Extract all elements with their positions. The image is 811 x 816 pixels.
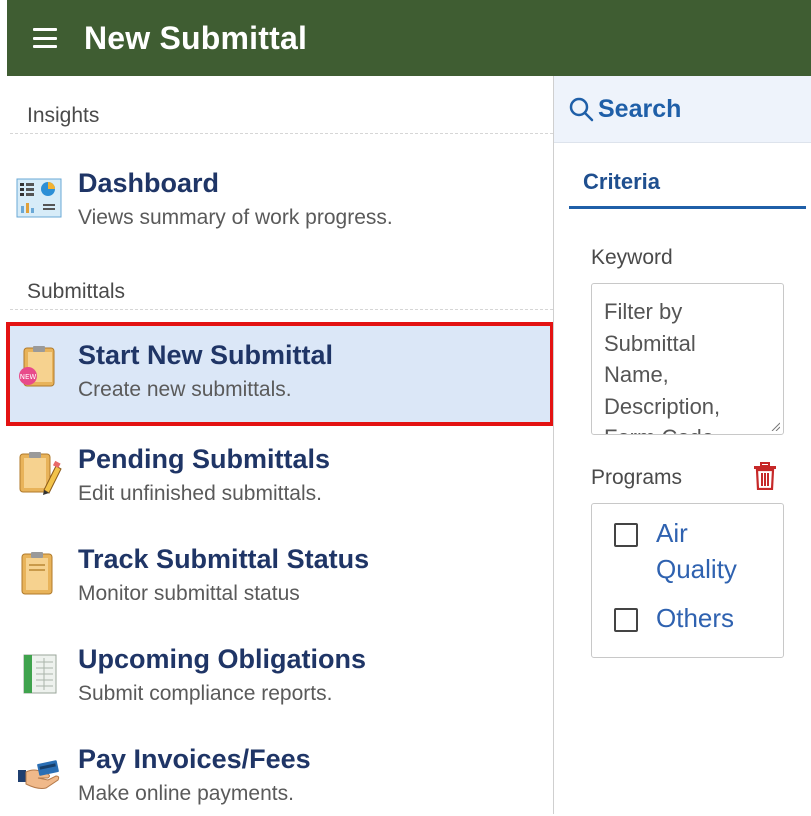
- checkbox-label-others[interactable]: Others: [656, 600, 734, 636]
- menu-item-description: Submit compliance reports.: [78, 682, 333, 705]
- tab-criteria[interactable]: Criteria: [569, 163, 806, 209]
- panel-divider: [553, 76, 554, 814]
- keyword-placeholder-line: Submittal: [604, 330, 696, 356]
- trash-icon[interactable]: [753, 462, 777, 490]
- track-submittal-folder-icon: [21, 552, 53, 595]
- checkbox-air-quality[interactable]: [614, 523, 638, 547]
- keyword-placeholder-line: Description,: [604, 393, 721, 419]
- menu-item-title: Pay Invoices/Fees: [78, 744, 311, 774]
- hamburger-menu-icon[interactable]: [33, 28, 57, 48]
- ledger-book-icon: [23, 654, 57, 694]
- menu-item-pending-submittals[interactable]: Pending Submittals Edit unfinished submi…: [10, 432, 551, 516]
- checkbox-label-air-quality[interactable]: Air Quality: [656, 515, 737, 587]
- page-title: New Submittal: [84, 19, 308, 56]
- programs-list: Air Quality Others: [591, 503, 784, 658]
- menu-item-title: Start New Submittal: [78, 340, 334, 370]
- keyword-textarea[interactable]: Filter by Submittal Name, Description, F…: [591, 283, 784, 435]
- section-header-insights: Insights: [10, 104, 553, 134]
- program-label-line: Quality: [656, 554, 737, 584]
- submittal-menu-panel: Insights Dashboard Views summary of work…: [0, 76, 554, 816]
- svg-text:NEW: NEW: [20, 373, 37, 381]
- payment-hand-icon: [18, 760, 60, 789]
- menu-item-description: Create new submittals.: [78, 378, 292, 401]
- programs-label: Programs: [591, 466, 683, 489]
- new-submittal-folder-icon: NEW: [19, 346, 55, 387]
- checkbox-others[interactable]: [614, 608, 638, 632]
- keyword-label: Keyword: [591, 246, 673, 269]
- menu-item-description: Edit unfinished submittals.: [78, 482, 322, 505]
- program-label-line: Air: [656, 518, 688, 548]
- search-label: Search: [598, 94, 682, 123]
- menu-item-title: Track Submittal Status: [78, 544, 370, 574]
- program-label-line: Others: [656, 603, 735, 633]
- menu-item-start-new-submittal[interactable]: NEW Start New Submittal Create new submi…: [6, 322, 554, 426]
- keyword-placeholder-line: Filter by: [604, 299, 683, 324]
- section-header-submittals: Submittals: [10, 280, 553, 310]
- menu-item-description: Monitor submittal status: [78, 582, 300, 605]
- search-icon: [569, 97, 594, 122]
- menu-item-title: Dashboard: [78, 168, 220, 198]
- menu-item-dashboard[interactable]: Dashboard Views summary of work progress…: [10, 156, 551, 240]
- menu-item-title: Upcoming Obligations: [78, 644, 366, 674]
- menu-item-pay-invoices-fees[interactable]: Pay Invoices/Fees Make online payments.: [10, 732, 551, 816]
- keyword-placeholder-line: Form Code: [604, 422, 771, 434]
- menu-item-description: Views summary of work progress.: [78, 206, 393, 229]
- pending-submittal-folder-icon: [19, 452, 62, 495]
- resize-handle-icon[interactable]: [770, 421, 780, 431]
- app-header: New Submittal: [7, 0, 811, 76]
- menu-item-track-submittal-status[interactable]: Track Submittal Status Monitor submittal…: [10, 532, 551, 616]
- keyword-placeholder-line: Name,: [604, 362, 669, 387]
- menu-item-description: Make online payments.: [78, 782, 294, 805]
- search-toggle[interactable]: Search: [554, 76, 811, 143]
- menu-item-title: Pending Submittals: [78, 444, 331, 474]
- menu-item-upcoming-obligations[interactable]: Upcoming Obligations Submit compliance r…: [10, 632, 551, 716]
- dashboard-icon: [16, 178, 62, 218]
